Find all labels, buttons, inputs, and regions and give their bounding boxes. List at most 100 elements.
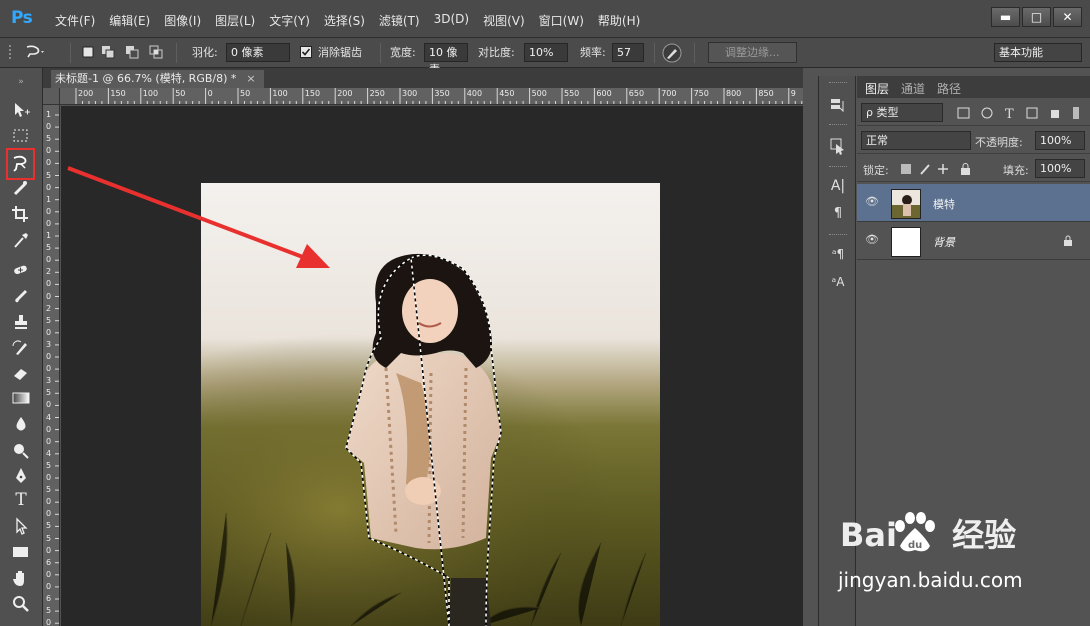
vertical-ruler[interactable]: 1050050100150200250300350400450500550600… [43,105,60,626]
move-icon[interactable] [10,100,32,120]
eye-icon[interactable]: 👁 [865,195,879,209]
character-styles-icon[interactable]: ᵃA [828,272,848,292]
minimize-button[interactable]: ▬ [991,7,1020,27]
eraser-icon[interactable] [10,364,32,384]
contrast-input[interactable]: 10% [524,43,568,62]
close-button[interactable]: ✕ [1053,7,1082,27]
pen-icon[interactable] [10,466,32,486]
ruler-tick-label: 3 [46,339,52,349]
fill-input[interactable]: 100% [1035,159,1085,178]
menu-type[interactable]: 文字(Y) [262,12,317,29]
refine-edge-button[interactable]: 调整边缘... [708,42,797,63]
ruler-tick-label: 0 [46,509,52,519]
workspace-select[interactable]: 基本功能 [994,43,1082,62]
blur-icon[interactable] [10,414,32,434]
antialias-checkbox[interactable] [300,46,312,58]
lock-label: 锁定: [863,164,889,177]
opacity-input[interactable]: 100% [1035,131,1085,150]
zoom-icon[interactable] [10,594,32,614]
menu-file[interactable]: 文件(F) [48,12,102,29]
tab-paths[interactable]: 路径 [937,80,961,97]
menu-view[interactable]: 视图(V) [476,12,532,29]
ruler-tick-label: 5 [46,388,52,398]
actions-panel-icon[interactable] [828,136,848,156]
eyedropper-icon[interactable] [10,230,32,250]
canvas[interactable] [61,106,803,626]
ruler-tick-label: 50 [175,89,186,98]
menu-3d[interactable]: 3D(D) [427,12,476,29]
history-panel-icon[interactable] [828,96,848,116]
menu-layer[interactable]: 图层(L) [208,12,262,29]
frequency-input[interactable]: 57 [612,43,644,62]
path-select-icon[interactable] [10,516,32,536]
hand-icon[interactable] [10,568,32,588]
ruler-tick-label: 0 [46,436,52,446]
menu-help[interactable]: 帮助(H) [591,12,647,29]
new-selection-icon[interactable] [80,44,96,60]
clone-stamp-icon[interactable] [10,312,32,332]
gradient-icon[interactable] [10,388,32,408]
type-icon[interactable]: T [10,490,32,510]
horizontal-ruler[interactable]: 200 150 100 50 0 50 100 150 200 250 300 350 400 450 50… [60,88,803,105]
crop-icon[interactable] [10,204,32,224]
blend-mode-select[interactable]: 正常 [861,131,971,150]
width-label: 宽度: [390,46,416,59]
ruler-origin[interactable] [43,88,60,105]
document-tab-title: 未标题-1 @ 66.7% (模特, RGB/8) * [55,72,237,85]
ruler-tick-label: 6 [46,594,52,603]
rectangle-icon[interactable] [10,542,32,562]
character-panel-icon[interactable]: A| [828,176,848,196]
separator [176,43,177,63]
menu-select[interactable]: 选择(S) [317,12,372,29]
close-tab-icon[interactable]: × [246,72,255,85]
collapse-icon[interactable]: » [10,72,32,92]
girl-in-field-photo[interactable] [201,183,660,626]
feather-input[interactable]: 0 像素 [226,43,290,62]
document-tab[interactable]: 未标题-1 @ 66.7% (模特, RGB/8) * × [51,70,264,88]
lock-icons[interactable] [899,162,973,176]
ruler-tick-label: 150 [304,89,321,98]
blend-row: 正常 不透明度: 100% [857,128,1090,154]
subtract-from-selection-icon[interactable] [124,44,140,60]
paragraph-panel-icon[interactable]: ¶ [828,204,848,224]
healing-brush-icon[interactable] [10,260,32,280]
ruler-tick-label: 100 [272,89,288,98]
layer-name: 背景 [933,236,955,249]
width-input[interactable]: 10 像素 [424,43,468,76]
dodge-icon[interactable] [10,440,32,460]
ruler-tick-label: 4 [46,448,52,458]
quick-select-icon[interactable] [10,178,32,198]
magnetic-lasso-preset-icon[interactable] [24,44,46,60]
ruler-tick-label: 2 [46,267,52,277]
menu-filter[interactable]: 滤镜(T) [372,12,427,29]
ruler-tick-label: 0 [46,400,52,410]
maximize-button[interactable]: □ [1022,7,1051,27]
ruler-tick-label: 5 [46,170,52,180]
tab-channels[interactable]: 通道 [901,80,925,97]
intersect-selection-icon[interactable] [148,44,164,60]
add-to-selection-icon[interactable] [100,44,116,60]
brush-icon[interactable] [10,286,32,306]
layer-filter-select[interactable]: ρ 类型 [861,103,943,122]
layer-filter-icons[interactable]: T [955,106,1081,120]
window-controls: ▬ □ ✕ [989,7,1082,27]
eye-icon[interactable]: 👁 [865,233,879,247]
menu-window[interactable]: 窗口(W) [532,12,591,29]
marquee-icon[interactable] [10,126,32,146]
ruler-tick-label: 4 [46,412,52,422]
layer-row-model[interactable]: 👁 模特 [857,184,1090,222]
tablet-pressure-icon[interactable] [662,43,682,63]
ruler-tick-label: 0 [46,146,52,156]
menu-image[interactable]: 图像(I) [157,12,208,29]
tools-panel: » T [0,68,43,626]
tab-layers[interactable]: 图层 [865,80,889,97]
history-brush-icon[interactable] [10,338,32,358]
ruler-tick-label: 5 [46,533,52,543]
lock-icon [1064,235,1072,246]
layer-row-background[interactable]: 👁 背景 [857,222,1090,260]
ruler-tick-label: 1 [46,110,52,119]
panel-grip [829,166,847,168]
paragraph-styles-icon[interactable]: ᵃ¶ [828,244,848,264]
ruler-tick-label: 750 [693,89,709,98]
menu-edit[interactable]: 编辑(E) [102,12,157,29]
